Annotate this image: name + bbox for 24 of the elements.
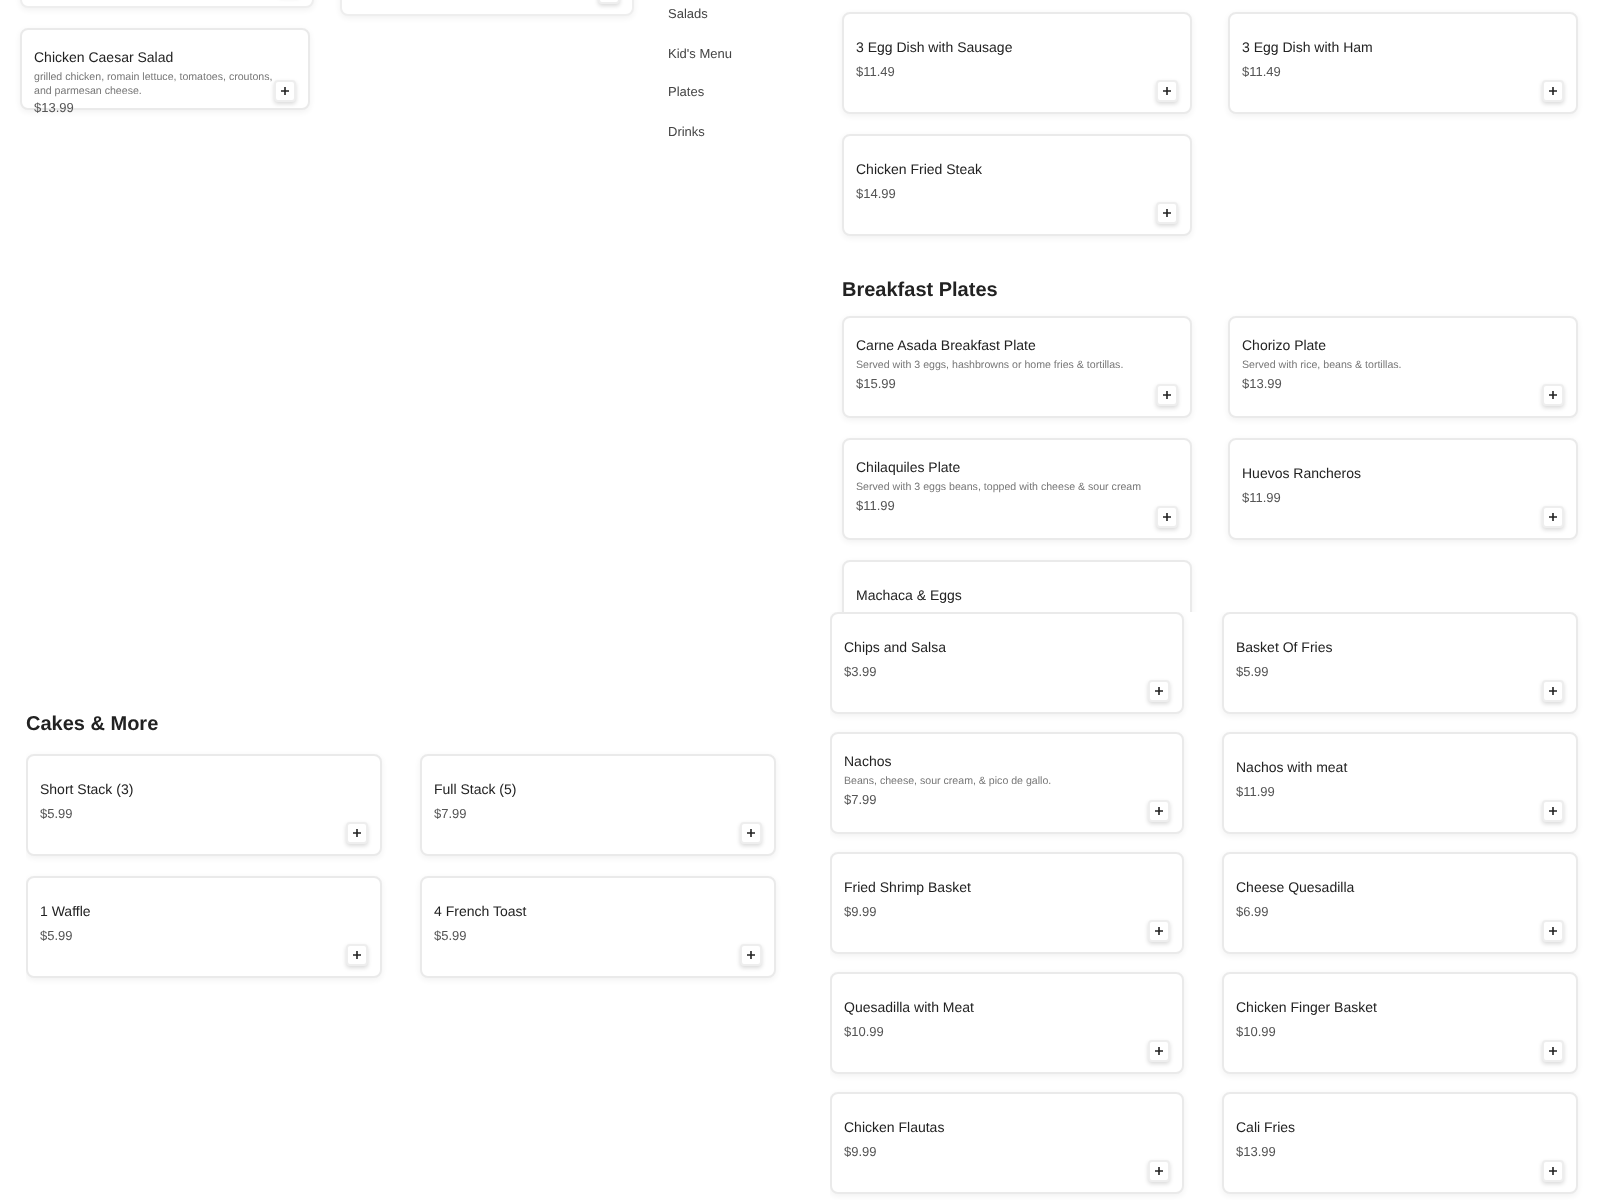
plus-icon [1162,208,1172,218]
plus-icon [1154,686,1164,696]
plus-icon [1548,86,1558,96]
plus-icon [1162,512,1172,522]
plus-icon [1548,686,1558,696]
plus-icon [1154,806,1164,816]
plus-icon [1548,1046,1558,1056]
plus-icon [746,828,756,838]
plus-icon [1162,390,1172,400]
plus-icon [1548,1166,1558,1176]
plus-icon [1162,86,1172,96]
plus-icon [1548,390,1558,400]
plus-icon [746,950,756,960]
plus-icon [1154,1046,1164,1056]
plus-icon [352,828,362,838]
plus-icon [1154,926,1164,936]
plus-icon [1548,512,1558,522]
plus-icon [280,86,290,96]
section-heading: Cakes & More [26,714,161,736]
plus-icon [352,950,362,960]
plus-icon [1154,1166,1164,1176]
plus-icon [1548,806,1558,816]
plus-icon [1548,926,1558,936]
section-heading: Breakfast Plates [842,280,1000,302]
